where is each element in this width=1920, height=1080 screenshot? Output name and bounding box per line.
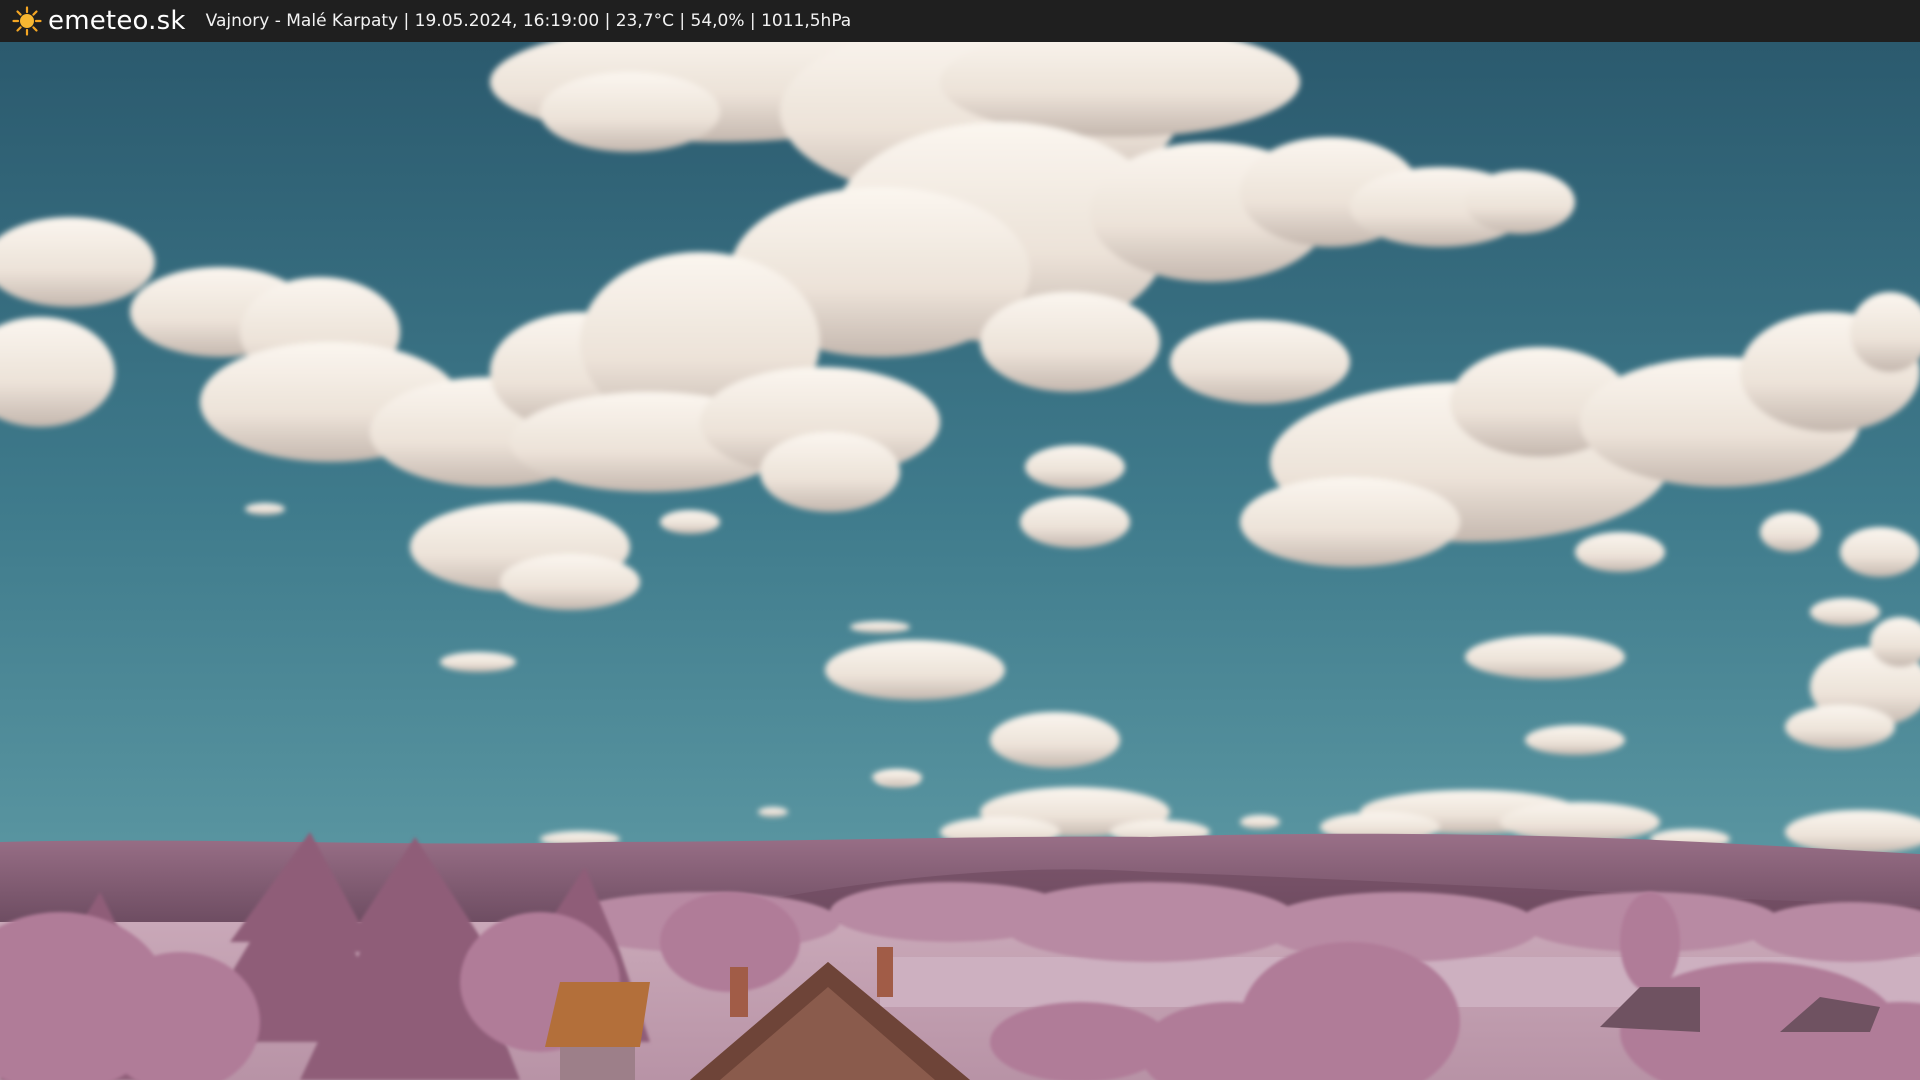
temperature-value: 23,7°C [615, 11, 674, 31]
humidity-value: 54,0% [690, 11, 745, 31]
sun-icon [12, 6, 42, 36]
separator: | [673, 11, 691, 31]
datetime-label: 19.05.2024, 16:19:00 [414, 11, 600, 31]
house-roof-left [545, 982, 650, 1080]
location-label: Vajnory - Malé Karpaty [205, 11, 399, 31]
separator: | [744, 11, 762, 31]
separator: | [398, 11, 415, 31]
brand-name: emeteo.sk [48, 6, 186, 36]
caption-bar: emeteo.sk Vajnory - Malé Karpaty | 19.05… [0, 0, 1920, 42]
pressure-value: 1011,5hPa [761, 11, 852, 31]
webcam-frame: emeteo.sk Vajnory - Malé Karpaty | 19.05… [0, 0, 1920, 1080]
webcam-image [0, 42, 1920, 1080]
logo[interactable]: emeteo.sk [12, 0, 186, 42]
separator: | [599, 11, 616, 31]
weather-caption: Vajnory - Malé Karpaty | 19.05.2024, 16:… [206, 11, 852, 31]
